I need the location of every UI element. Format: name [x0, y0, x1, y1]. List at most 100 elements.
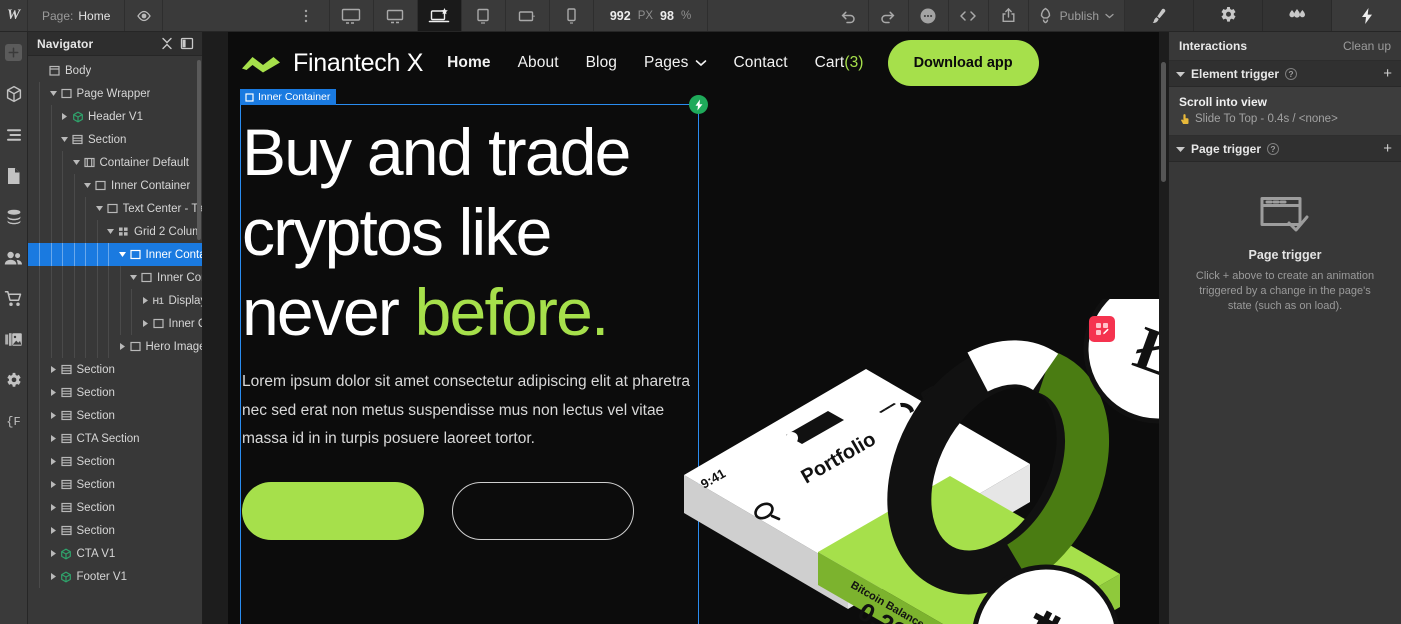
- pages-panel[interactable]: [0, 155, 28, 196]
- webflow-logo[interactable]: W: [0, 0, 28, 31]
- chevron-down-icon[interactable]: [94, 206, 105, 211]
- page-selector[interactable]: Page: Home: [28, 0, 126, 31]
- chevron-right-icon[interactable]: [48, 550, 59, 557]
- chevron-down-icon[interactable]: [1176, 71, 1185, 77]
- chevron-right-icon[interactable]: [48, 389, 59, 396]
- interactions-panel-tab[interactable]: [1332, 0, 1401, 31]
- publish-button[interactable]: Publish: [1029, 0, 1126, 31]
- tree-row[interactable]: Footer V1: [28, 565, 202, 588]
- hero-inner-container[interactable]: Inner Container Buy and trade cryptos li…: [240, 89, 708, 624]
- device-desktop[interactable]: [374, 0, 418, 31]
- chevron-right-icon[interactable]: [48, 412, 59, 419]
- chevron-right-icon[interactable]: [48, 458, 59, 465]
- element-trigger-header[interactable]: Element trigger ? +: [1169, 61, 1401, 87]
- device-desktop-xl[interactable]: [330, 0, 374, 31]
- code-button[interactable]: [949, 0, 989, 31]
- style-panel-tab[interactable]: [1125, 0, 1195, 31]
- collapse-all-icon[interactable]: [161, 37, 174, 50]
- chevron-down-icon[interactable]: [1176, 146, 1185, 152]
- nav-link-pages[interactable]: Pages: [644, 54, 706, 72]
- tree-row[interactable]: CTA V1: [28, 542, 202, 565]
- chevron-down-icon[interactable]: [105, 229, 116, 234]
- tree-row[interactable]: Inner C: [28, 312, 202, 335]
- chevron-down-icon[interactable]: [82, 183, 93, 188]
- cms-panel[interactable]: [0, 196, 28, 237]
- nav-link-about[interactable]: About: [518, 54, 559, 72]
- share-button[interactable]: [989, 0, 1029, 31]
- assets-panel[interactable]: [0, 319, 28, 360]
- navigator-tree[interactable]: Body Page Wrapper Header V1 Section Containe…: [28, 56, 202, 624]
- add-element-trigger-button[interactable]: +: [1383, 66, 1392, 81]
- chevron-right-icon[interactable]: [48, 504, 59, 511]
- device-mobile-landscape[interactable]: [506, 0, 550, 31]
- clean-up-button[interactable]: Clean up: [1343, 39, 1391, 53]
- chevron-right-icon[interactable]: [48, 573, 59, 580]
- chevron-right-icon[interactable]: [48, 527, 59, 534]
- settings-panel[interactable]: [0, 360, 28, 401]
- navigator-scrollbar[interactable]: [196, 56, 202, 624]
- tree-row[interactable]: Section: [28, 450, 202, 473]
- chevron-down-icon[interactable]: [71, 160, 82, 165]
- tree-row[interactable]: Section: [28, 381, 202, 404]
- grid-edit-badge[interactable]: [1089, 316, 1115, 342]
- chevron-down-icon[interactable]: [59, 137, 70, 142]
- help-icon[interactable]: ?: [1285, 67, 1298, 80]
- chevron-right-icon[interactable]: [59, 113, 70, 120]
- tree-row[interactable]: CTA Section: [28, 427, 202, 450]
- chevron-down-icon[interactable]: [117, 252, 128, 257]
- tree-row[interactable]: Section: [28, 496, 202, 519]
- tree-row[interactable]: H1Display: [28, 289, 202, 312]
- tree-row[interactable]: Page Wrapper: [28, 82, 202, 105]
- chevron-right-icon[interactable]: [140, 297, 151, 304]
- tree-row[interactable]: Text Center - Tal: [28, 197, 202, 220]
- tree-row[interactable]: Inner Con: [28, 266, 202, 289]
- element-trigger-item[interactable]: Scroll into view Slide To Top - 0.4s / <…: [1169, 87, 1401, 136]
- undo-button[interactable]: [829, 0, 869, 31]
- nav-link-cart[interactable]: Cart(3): [815, 54, 864, 72]
- nav-link-blog[interactable]: Blog: [586, 54, 617, 72]
- variables-panel-tab[interactable]: [1263, 0, 1333, 31]
- chevron-right-icon[interactable]: [48, 435, 59, 442]
- chevron-right-icon[interactable]: [140, 320, 151, 327]
- panel-toggle-icon[interactable]: [180, 37, 194, 50]
- canvas-scrollbar[interactable]: [1159, 32, 1168, 624]
- tree-row[interactable]: Section: [28, 128, 202, 151]
- tree-row[interactable]: Section: [28, 358, 202, 381]
- variables-panel[interactable]: {F: [0, 401, 28, 442]
- chevron-down-icon[interactable]: [48, 91, 59, 96]
- help-icon[interactable]: ?: [1267, 142, 1280, 155]
- tree-row[interactable]: Section: [28, 473, 202, 496]
- nav-link-home[interactable]: Home: [447, 54, 490, 72]
- tree-row[interactable]: Inner Contai: [28, 243, 202, 266]
- viewport-width-zoom[interactable]: 992 PX 98 %: [594, 0, 709, 31]
- hero-primary-button[interactable]: [242, 481, 424, 540]
- tree-row[interactable]: Grid 2 Column: [28, 220, 202, 243]
- chevron-down-icon[interactable]: [128, 275, 139, 280]
- add-panel[interactable]: [0, 32, 28, 73]
- device-tablet[interactable]: [462, 0, 506, 31]
- settings-panel-tab[interactable]: [1194, 0, 1264, 31]
- chevron-right-icon[interactable]: [48, 366, 59, 373]
- ecommerce-panel[interactable]: [0, 278, 28, 319]
- add-page-trigger-button[interactable]: +: [1383, 141, 1392, 156]
- nav-link-contact[interactable]: Contact: [734, 54, 788, 72]
- redo-button[interactable]: [869, 0, 909, 31]
- tree-row[interactable]: Header V1: [28, 105, 202, 128]
- tree-row[interactable]: Section: [28, 519, 202, 542]
- canvas-options-menu[interactable]: [284, 0, 330, 31]
- device-mobile-portrait[interactable]: [550, 0, 594, 31]
- users-panel[interactable]: [0, 237, 28, 278]
- components-panel[interactable]: [0, 73, 28, 114]
- tree-row[interactable]: Container Default: [28, 151, 202, 174]
- preview-toggle[interactable]: [125, 0, 164, 31]
- tree-row[interactable]: Hero Image: [28, 335, 202, 358]
- tree-row[interactable]: Inner Container: [28, 174, 202, 197]
- chevron-right-icon[interactable]: [117, 343, 128, 350]
- tree-row[interactable]: Section: [28, 404, 202, 427]
- navigator-panel[interactable]: [0, 114, 28, 155]
- download-app-button[interactable]: Download app: [887, 40, 1039, 86]
- comments-button[interactable]: [909, 0, 949, 31]
- device-base[interactable]: [417, 0, 462, 31]
- site-brand[interactable]: Finantech X: [240, 49, 423, 78]
- chevron-right-icon[interactable]: [48, 481, 59, 488]
